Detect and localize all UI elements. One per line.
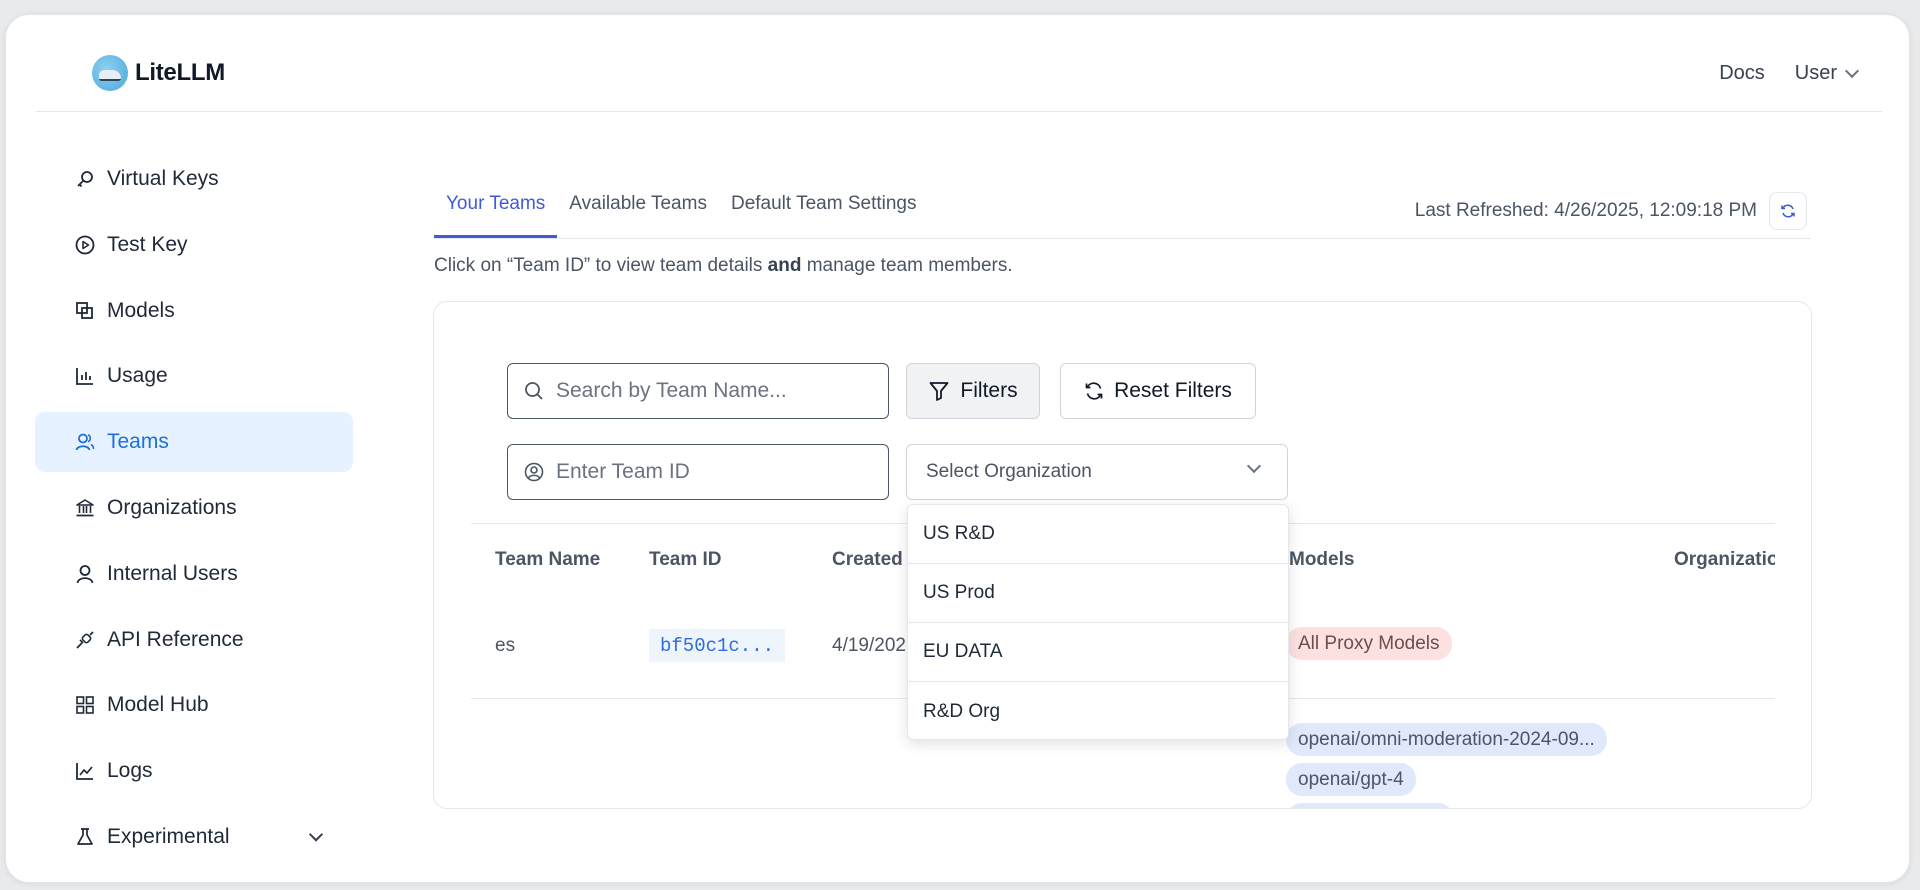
organization-option[interactable]: US Prod <box>908 564 1288 623</box>
model-badge: All Proxy Models <box>1286 627 1452 660</box>
nav-item[interactable]: Internal Users <box>35 544 353 604</box>
top-header: LiteLLM Docs User <box>36 15 1882 112</box>
sync-icon <box>1781 204 1795 218</box>
nav-item-experimental[interactable]: Experimental <box>35 807 353 851</box>
last-refreshed-text: Last Refreshed: 4/26/2025, 12:09:18 PM <box>1414 200 1757 221</box>
nav-item[interactable]: Virtual Keys <box>35 149 353 209</box>
user-circle-icon <box>524 462 544 482</box>
api-icon <box>75 630 95 650</box>
nav-item[interactable]: Usage <box>35 346 353 406</box>
user-icon <box>75 564 95 584</box>
tabs-divider <box>434 238 1811 239</box>
nav-item[interactable]: Models <box>35 281 353 341</box>
tab-available-teams[interactable]: Available Teams <box>557 181 719 238</box>
nav-item[interactable]: API Reference <box>35 610 353 670</box>
nav-label: Models <box>107 298 175 322</box>
help-text-part: Click on “Team ID” to view team details <box>434 255 768 276</box>
nav-label: Logs <box>107 759 153 783</box>
nav-label: Organizations <box>107 495 237 519</box>
nav-item[interactable]: Organizations <box>35 478 353 538</box>
refresh-button[interactable] <box>1769 192 1807 230</box>
filter-icon <box>930 382 949 401</box>
play-circle-icon <box>75 235 95 255</box>
search-input[interactable] <box>556 379 876 403</box>
sidebar: Virtual Keys Test Key Models Usage Teams <box>35 149 353 851</box>
user-menu[interactable]: User <box>1794 62 1860 85</box>
nav-label: Experimental <box>107 824 230 848</box>
nav-label: Internal Users <box>107 561 238 585</box>
logo-text: LiteLLM <box>135 59 225 86</box>
experiment-icon <box>75 827 95 847</box>
nav-item[interactable]: Test Key <box>35 215 353 275</box>
model-badge: openai/gpt-4 <box>1286 763 1416 796</box>
nav-item-active[interactable]: Teams <box>35 412 353 473</box>
created-cell: 4/19/202 <box>832 635 906 656</box>
help-text: Click on “Team ID” to view team details … <box>434 255 1013 277</box>
nav-item[interactable]: Logs <box>35 741 353 801</box>
refresh-area: Last Refreshed: 4/26/2025, 12:09:18 PM <box>1415 192 1807 230</box>
bank-icon <box>75 498 95 518</box>
user-menu-label: User <box>1794 62 1837 84</box>
team-name-cell: es <box>495 635 516 656</box>
team-id-field[interactable] <box>507 444 889 500</box>
reload-icon <box>1085 382 1103 400</box>
team-id-input[interactable] <box>556 460 876 484</box>
app-window: LiteLLM Docs User Virtual Keys Test Key <box>5 14 1910 883</box>
model-badge-partial <box>1286 803 1454 808</box>
litellm-logo-icon <box>92 55 128 91</box>
filters-label: Filters <box>960 379 1018 402</box>
help-text-part: manage team members. <box>801 255 1013 276</box>
organization-option[interactable]: EU DATA <box>908 623 1288 682</box>
organization-option[interactable]: US R&D <box>908 505 1288 564</box>
column-header-created[interactable]: Created <box>832 549 903 571</box>
bar-chart-icon <box>75 366 95 386</box>
nav-item[interactable]: Model Hub <box>35 675 353 735</box>
nav-label: API Reference <box>107 627 244 651</box>
chevron-down-icon <box>1844 63 1860 78</box>
docs-link[interactable]: Docs <box>1719 62 1765 85</box>
organization-dropdown: US R&D US Prod EU DATA R&D Org <box>907 504 1289 740</box>
chevron-down-icon <box>1246 458 1262 474</box>
column-header-team-id[interactable]: Team ID <box>649 549 722 571</box>
nav-label: Virtual Keys <box>107 167 219 190</box>
reset-filters-button[interactable]: Reset Filters <box>1060 363 1256 419</box>
team-name-search[interactable] <box>507 363 889 419</box>
model-badge: openai/omni-moderation-2024-09... <box>1286 723 1607 756</box>
nav-label: Test Key <box>107 232 188 256</box>
chevron-down-icon <box>308 827 324 842</box>
key-icon <box>75 169 95 189</box>
search-icon <box>525 382 543 400</box>
tab-default-team-settings[interactable]: Default Team Settings <box>719 181 929 238</box>
column-header-organization[interactable]: Organizatio <box>1674 549 1775 571</box>
tab-your-teams[interactable]: Your Teams <box>434 181 558 238</box>
organization-option[interactable]: R&D Org <box>908 682 1288 739</box>
reset-filters-label: Reset Filters <box>1114 379 1232 402</box>
help-text-bold: and <box>767 255 802 276</box>
nav-label: Teams <box>107 430 169 454</box>
column-header-team-name[interactable]: Team Name <box>495 549 600 571</box>
tabs: Your Teams Available Teams Default Team … <box>434 181 929 238</box>
organization-select-placeholder: Select Organization <box>926 461 1092 482</box>
team-icon <box>75 432 95 452</box>
logo[interactable]: LiteLLM <box>92 55 225 91</box>
nav-label: Model Hub <box>107 693 209 717</box>
filters-button[interactable]: Filters <box>906 363 1040 419</box>
nav-label: Usage <box>107 364 168 388</box>
appstore-icon <box>75 695 95 715</box>
block-icon <box>75 301 95 321</box>
column-header-models[interactable]: Models <box>1289 549 1354 571</box>
line-chart-icon <box>75 761 95 781</box>
organization-select[interactable]: Select Organization <box>906 444 1288 500</box>
team-id-link[interactable]: bf50c1c... <box>649 629 785 662</box>
